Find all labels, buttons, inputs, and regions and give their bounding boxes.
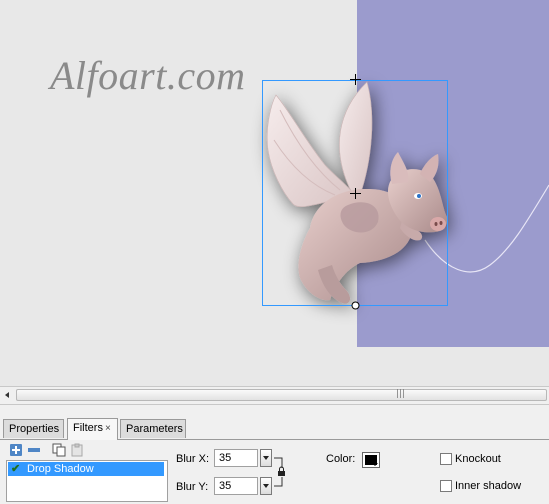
scroll-left-arrow-icon[interactable] <box>2 390 12 400</box>
add-filter-icon[interactable] <box>9 443 23 457</box>
tab-parameters-label: Parameters <box>126 423 183 435</box>
remove-filter-icon[interactable] <box>27 443 41 457</box>
panel-tabs: Properties Filters × Parameters <box>0 417 549 440</box>
blur-x-label: Blur X: <box>176 453 210 465</box>
knockout-checkbox[interactable] <box>440 453 452 465</box>
enabled-check-icon[interactable]: ✔ <box>11 462 20 476</box>
blur-x-input[interactable]: 35 <box>214 449 258 467</box>
inner-shadow-checkbox[interactable] <box>440 480 452 492</box>
close-tab-icon[interactable]: × <box>105 423 111 434</box>
lock-blur-icon[interactable] <box>274 457 286 487</box>
blur-y-input[interactable]: 35 <box>214 477 258 495</box>
color-swatch[interactable] <box>362 452 380 468</box>
tab-filters[interactable]: Filters × <box>67 418 118 440</box>
tab-filters-label: Filters <box>73 422 103 434</box>
filter-list[interactable]: ✔ Drop Shadow <box>6 460 168 502</box>
tab-properties-label: Properties <box>9 423 60 435</box>
knockout-label: Knockout <box>455 453 501 465</box>
pig-group <box>266 81 448 304</box>
blur-y-dropdown[interactable] <box>260 477 272 495</box>
flying-pig-illustration[interactable] <box>0 0 549 386</box>
filters-panel: Properties Filters × Parameters ✔ Drop Sh… <box>0 404 549 504</box>
scrollbar-thumb[interactable] <box>16 389 547 401</box>
scrollbar-grip-icon: ||| <box>396 389 406 399</box>
filter-item-label: Drop Shadow <box>27 463 94 475</box>
blur-y-label: Blur Y: <box>176 481 209 493</box>
chevron-down-icon <box>263 484 269 488</box>
stage-canvas[interactable]: Alfoart.com <box>0 0 549 386</box>
chevron-down-icon <box>263 456 269 460</box>
copy-filter-icon[interactable] <box>52 443 66 457</box>
horizontal-scrollbar[interactable]: ||| <box>0 386 549 404</box>
chevron-down-icon <box>372 463 378 466</box>
color-label: Color: <box>326 453 356 465</box>
blur-x-dropdown[interactable] <box>260 449 272 467</box>
tab-parameters[interactable]: Parameters <box>120 419 186 438</box>
tab-properties[interactable]: Properties <box>3 419 64 438</box>
paste-filter-icon[interactable] <box>70 443 84 457</box>
filter-item-drop-shadow[interactable]: ✔ Drop Shadow <box>8 462 164 476</box>
inner-shadow-label: Inner shadow <box>455 480 522 492</box>
